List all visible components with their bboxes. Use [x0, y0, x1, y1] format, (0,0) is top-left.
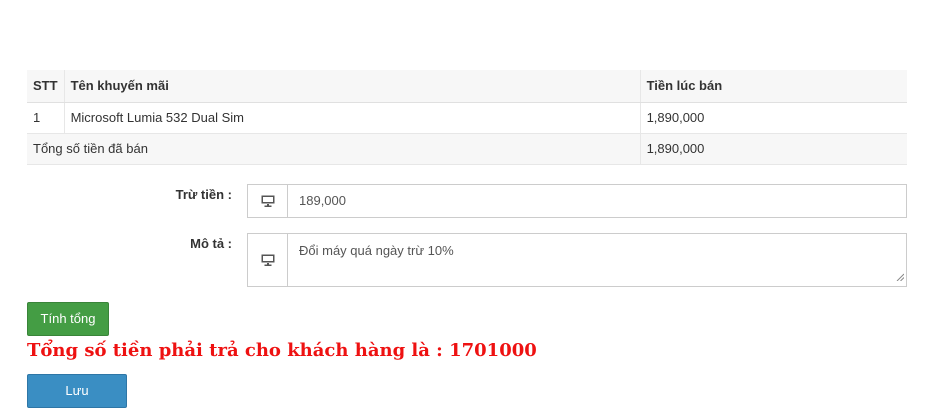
total-payable-message: Tổng số tiền phải trả cho khách hàng là … — [27, 340, 537, 361]
row-stt: 1 — [27, 102, 65, 133]
save-button[interactable]: Lưu — [27, 374, 127, 408]
resize-grip-icon[interactable] — [896, 269, 905, 284]
description-input-group: Đổi máy quá ngày trừ 10% — [247, 233, 907, 287]
calculate-total-button[interactable]: Tính tổng — [27, 302, 109, 336]
table-header-row: STT Tên khuyến mãi Tiền lúc bán — [27, 70, 907, 103]
description-addon — [248, 234, 288, 286]
row-sale-price: 1,890,000 — [646, 110, 705, 125]
deduct-label: Trừ tiền : — [175, 187, 232, 202]
monitor-icon — [261, 254, 275, 266]
header-stt: STT — [27, 70, 65, 103]
description-textarea[interactable]: Đổi máy quá ngày trừ 10% — [288, 234, 906, 286]
description-text: Đổi máy quá ngày trừ 10% — [299, 243, 454, 258]
table-row: 1 Microsoft Lumia 532 Dual Sim 1,890,000 — [27, 102, 907, 133]
total-sold-label: Tổng số tiền đã bán — [27, 133, 641, 164]
deduct-addon — [248, 185, 288, 217]
header-sale-price: Tiền lúc bán — [640, 70, 907, 103]
total-sold-value: 1,890,000 — [646, 141, 705, 156]
promotion-table: STT Tên khuyến mãi Tiền lúc bán 1 Micros… — [27, 70, 907, 165]
table-total-row: Tổng số tiền đã bán 1,890,000 — [27, 133, 907, 164]
description-label: Mô tả : — [190, 236, 232, 251]
deduct-amount-input[interactable]: 189,000 — [288, 185, 906, 217]
monitor-icon — [261, 195, 275, 207]
row-promotion-name: Microsoft Lumia 532 Dual Sim — [64, 102, 641, 133]
deduct-input-group: 189,000 — [247, 184, 907, 218]
header-promotion-name: Tên khuyến mãi — [64, 70, 641, 103]
